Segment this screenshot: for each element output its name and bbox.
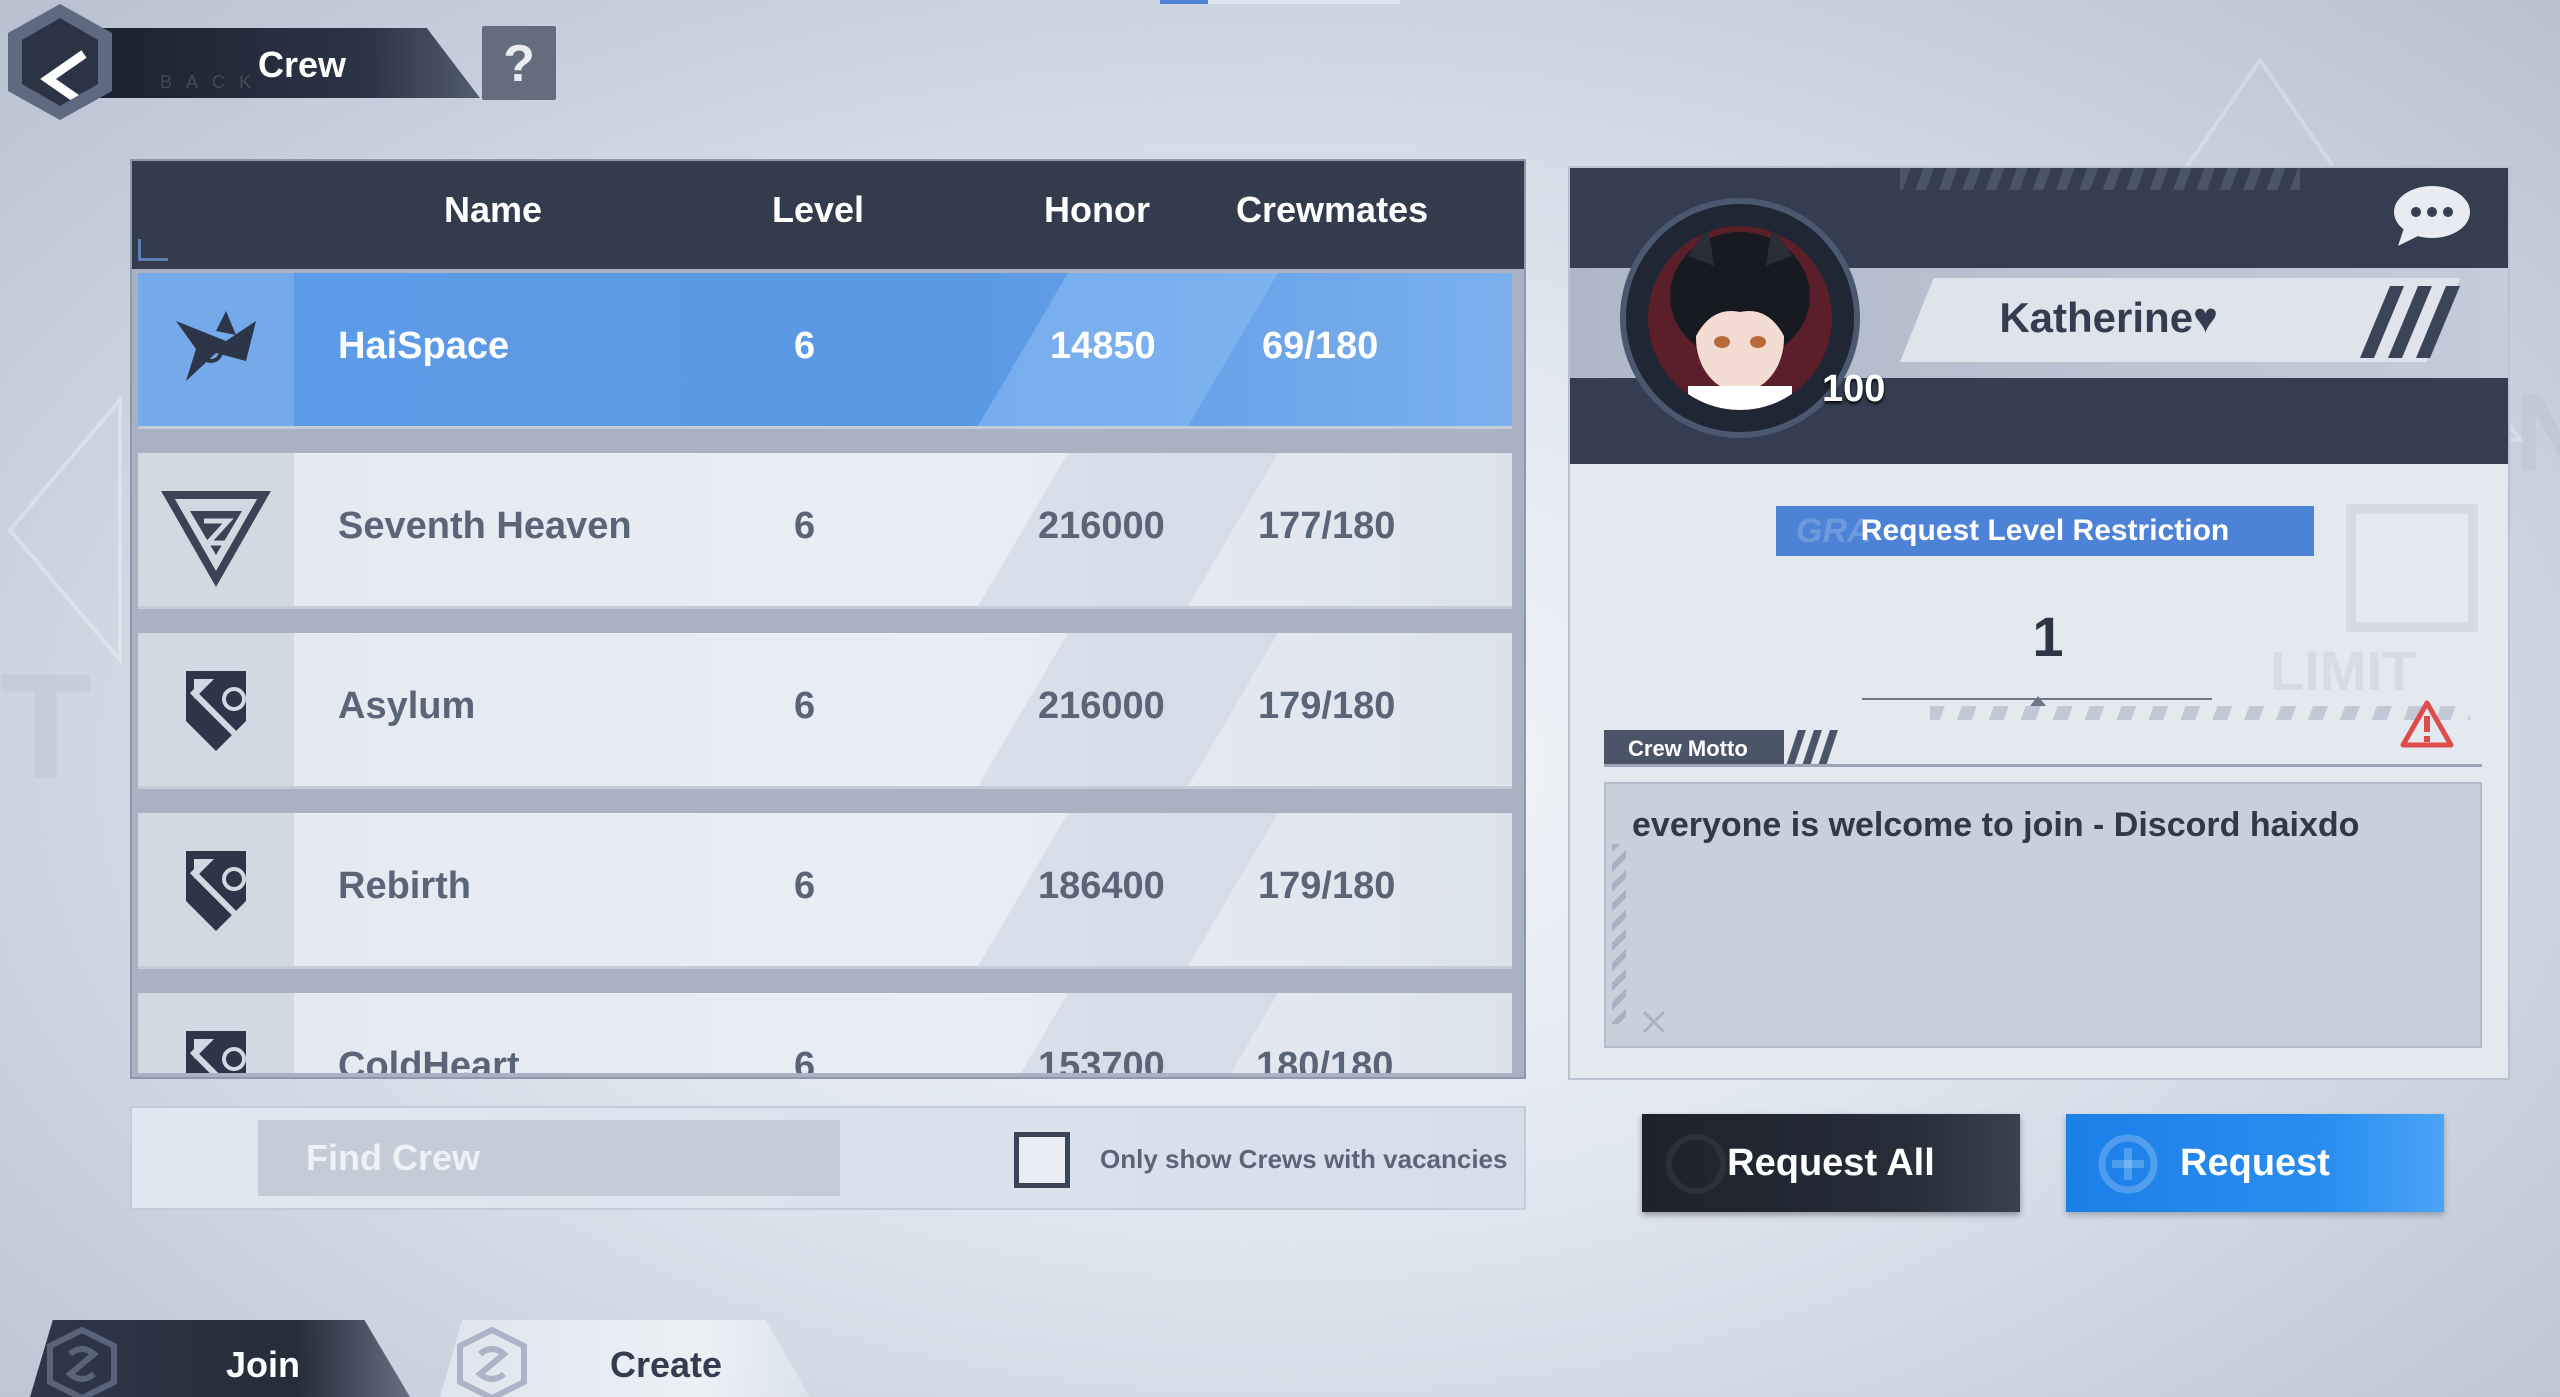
background-watermark: T bbox=[0, 642, 98, 810]
crew-list-panel: Name Level Honor Crewmates HaiSpace 6 14… bbox=[130, 159, 1526, 1079]
crew-name: Rebirth bbox=[338, 865, 471, 907]
required-level-value: 1 bbox=[2032, 605, 2064, 668]
decorative-slashes bbox=[1786, 730, 1838, 766]
column-header-name: Name bbox=[444, 189, 543, 230]
crew-motto-text: everyone is welcome to join - Discord ha… bbox=[1632, 806, 2360, 844]
header-corner-mark bbox=[138, 239, 168, 261]
close-mark-icon bbox=[1642, 1010, 1666, 1034]
crew-crewmates: 180/180 bbox=[1256, 1045, 1394, 1073]
crew-name: ColdHeart bbox=[338, 1045, 520, 1073]
vacancy-filter-label[interactable]: Only show Crews with vacancies bbox=[1100, 1144, 1507, 1175]
crew-row[interactable]: HaiSpace 6 14850 69/180 bbox=[138, 273, 1512, 429]
tab-create-label: Create bbox=[610, 1344, 723, 1385]
background-triangle bbox=[7, 394, 122, 666]
crew-detail-panel: 100 Katherine♥ LIMIT GRA Request Level R… bbox=[1568, 166, 2510, 1080]
crew-level: 6 bbox=[794, 325, 816, 367]
crew-honor: 216000 bbox=[1038, 685, 1165, 727]
crew-emblem-icon bbox=[186, 671, 246, 751]
crew-emblem-icon bbox=[176, 311, 256, 381]
crew-list-header: Name Level Honor Crewmates bbox=[132, 161, 1524, 269]
crew-level: 6 bbox=[794, 685, 816, 727]
request-all-label: Request All bbox=[1727, 1142, 1935, 1184]
chat-bubble-icon[interactable] bbox=[2390, 182, 2474, 248]
crew-emblem-icon bbox=[186, 1031, 246, 1073]
detail-crew-name: Katherine♥ bbox=[1999, 294, 2218, 341]
request-button[interactable]: Request bbox=[2066, 1114, 2444, 1212]
back-arrow-icon bbox=[40, 50, 87, 106]
crew-emblem-icon bbox=[161, 491, 271, 588]
crew-crewmates: 177/180 bbox=[1258, 505, 1396, 547]
top-bar: BACK Crew ? bbox=[0, 0, 600, 130]
crew-honor: 186400 bbox=[1038, 865, 1165, 907]
question-mark-icon: ? bbox=[503, 35, 535, 93]
crew-list-scroll[interactable]: HaiSpace 6 14850 69/180 Seventh Heaven 6… bbox=[138, 273, 1518, 1073]
column-header-crewmates: Crewmates bbox=[1236, 189, 1429, 230]
crew-motto-box: everyone is welcome to join - Discord ha… bbox=[1604, 782, 2482, 1048]
crew-level: 6 bbox=[794, 865, 816, 907]
crew-name: HaiSpace bbox=[338, 325, 510, 367]
crew-tab-icon bbox=[457, 1326, 527, 1397]
restriction-label: Request Level Restriction bbox=[1860, 514, 2230, 547]
crew-crewmates: 69/180 bbox=[1262, 325, 1379, 367]
crew-name: Asylum bbox=[338, 685, 476, 727]
crew-row[interactable]: Rebirth 6 186400 179/180 bbox=[138, 813, 1512, 969]
leader-level-badge: 100 bbox=[1822, 368, 1886, 410]
page-title: Crew bbox=[258, 44, 347, 85]
crew-name: Seventh Heaven bbox=[338, 505, 632, 547]
column-header-honor: Honor bbox=[1044, 189, 1150, 230]
help-button[interactable]: ? bbox=[482, 26, 556, 100]
column-header-level: Level bbox=[772, 189, 865, 230]
search-bar: Only show Crews with vacancies bbox=[130, 1106, 1526, 1210]
crew-tab-icon bbox=[47, 1326, 117, 1397]
crew-emblem-icon bbox=[186, 851, 246, 931]
tab-create[interactable]: Create bbox=[440, 1320, 810, 1397]
tab-join[interactable]: Join bbox=[30, 1320, 410, 1397]
back-ghost-text: BACK bbox=[160, 72, 266, 92]
back-button[interactable] bbox=[8, 4, 112, 120]
top-accent-bar bbox=[1160, 0, 1400, 4]
crew-motto-label: Crew Motto bbox=[1628, 736, 1748, 761]
crew-honor: 153700 bbox=[1038, 1045, 1165, 1073]
vacancy-filter-checkbox[interactable] bbox=[1014, 1132, 1070, 1188]
crew-crewmates: 179/180 bbox=[1258, 685, 1396, 727]
crew-level: 6 bbox=[794, 1045, 816, 1073]
request-all-button[interactable]: Request All bbox=[1642, 1114, 2020, 1212]
crew-row[interactable]: Seventh Heaven 6 216000 177/180 bbox=[138, 453, 1512, 609]
warning-icon[interactable] bbox=[2400, 700, 2454, 748]
crew-honor: 216000 bbox=[1038, 505, 1165, 547]
crew-crewmates: 179/180 bbox=[1258, 865, 1396, 907]
request-label: Request bbox=[2180, 1142, 2330, 1184]
tab-join-label: Join bbox=[226, 1344, 301, 1385]
crew-row[interactable]: Asylum 6 216000 179/180 bbox=[138, 633, 1512, 789]
request-level-restriction-tag: GRA Request Level Restriction bbox=[1776, 506, 2314, 556]
crew-level: 6 bbox=[794, 505, 816, 547]
crew-honor: 14850 bbox=[1050, 325, 1156, 367]
find-crew-input[interactable] bbox=[258, 1120, 840, 1196]
crew-row[interactable]: ColdHeart 6 153700 180/180 bbox=[138, 993, 1512, 1073]
required-level-underline bbox=[1862, 696, 2212, 706]
crew-motto-tab: Crew Motto bbox=[1604, 730, 1784, 766]
